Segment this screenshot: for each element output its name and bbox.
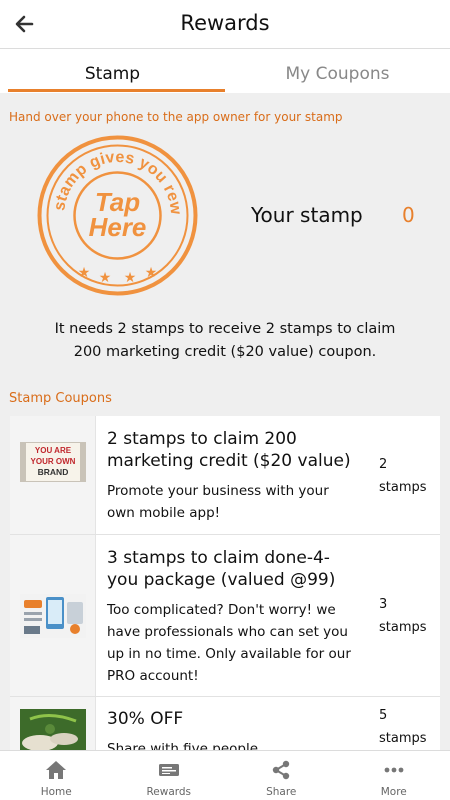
brand-thumbnail: YOU ARE YOUR OWN BRAND (20, 442, 86, 482)
service-thumbnail (20, 594, 86, 638)
coupon-title: 30% OFF (107, 709, 184, 729)
your-stamp-label: Your stamp (251, 203, 363, 227)
svg-text:★: ★ (145, 265, 158, 281)
nav-home[interactable]: Home (0, 751, 113, 800)
active-tab-indicator (8, 89, 225, 92)
bottom-navigation: Home Rewards Share More (0, 750, 450, 800)
star-icon: ★ ★ ★ ★ (78, 265, 158, 286)
svg-text:★: ★ (99, 270, 112, 286)
svg-text:YOUR OWN: YOUR OWN (31, 457, 76, 466)
nav-more[interactable]: More (338, 751, 450, 800)
coupon-item[interactable]: 3 stamps to claim done-4- you package (v… (10, 535, 440, 697)
coupon-stamps-required: 2 stamps (379, 457, 427, 495)
coupon-description: Too complicated? Don't worry! we have pr… (107, 602, 351, 684)
coupon-item[interactable]: YOU ARE YOUR OWN BRAND 2 stamps to claim… (10, 416, 440, 535)
nav-rewards[interactable]: Rewards (113, 751, 226, 800)
ticket-icon (158, 764, 179, 776)
more-dots-icon (384, 767, 404, 773)
svg-text:★: ★ (124, 270, 137, 286)
coupon-title: 3 stamps to claim done-4- you package (v… (107, 548, 336, 590)
page-title: Rewards (180, 11, 270, 35)
spa-thumbnail (20, 709, 86, 753)
nav-share[interactable]: Share (225, 751, 338, 800)
nav-more-label: More (380, 786, 407, 798)
tab-my-coupons[interactable]: My Coupons (225, 49, 450, 93)
coupon-stamps-required: 5 stamps (379, 708, 427, 746)
nav-rewards-label: Rewards (146, 786, 192, 798)
tap-here-stamp[interactable]: This stamp gives you rewards Tap Here ★ … (36, 134, 199, 297)
stamp-here-text: Here (89, 212, 147, 242)
tab-bar: Stamp My Coupons (0, 49, 450, 93)
stamp-requirement-text: It needs 2 stamps to receive 2 stamps to… (54, 321, 396, 360)
app-header: Rewards (0, 0, 450, 49)
nav-home-label: Home (40, 786, 72, 798)
share-icon (273, 760, 290, 780)
stamp-coupons-heading: Stamp Coupons (9, 391, 112, 406)
your-stamp-count: 0 (402, 203, 415, 227)
coupon-title: 2 stamps to claim 200 marketing credit (… (107, 429, 351, 471)
stamp-hint-text: Hand over your phone to the app owner fo… (9, 110, 343, 124)
svg-text:★: ★ (78, 265, 91, 281)
coupon-stamps-required: 3 stamps (379, 597, 427, 635)
home-icon (46, 761, 67, 779)
svg-text:BRAND: BRAND (38, 467, 69, 477)
nav-share-label: Share (266, 786, 297, 798)
coupon-list: YOU ARE YOUR OWN BRAND 2 stamps to claim… (10, 416, 440, 767)
tab-stamp[interactable]: Stamp (0, 49, 225, 93)
svg-text:YOU ARE: YOU ARE (35, 446, 72, 455)
coupon-description: Promote your business with your own mobi… (107, 483, 329, 521)
